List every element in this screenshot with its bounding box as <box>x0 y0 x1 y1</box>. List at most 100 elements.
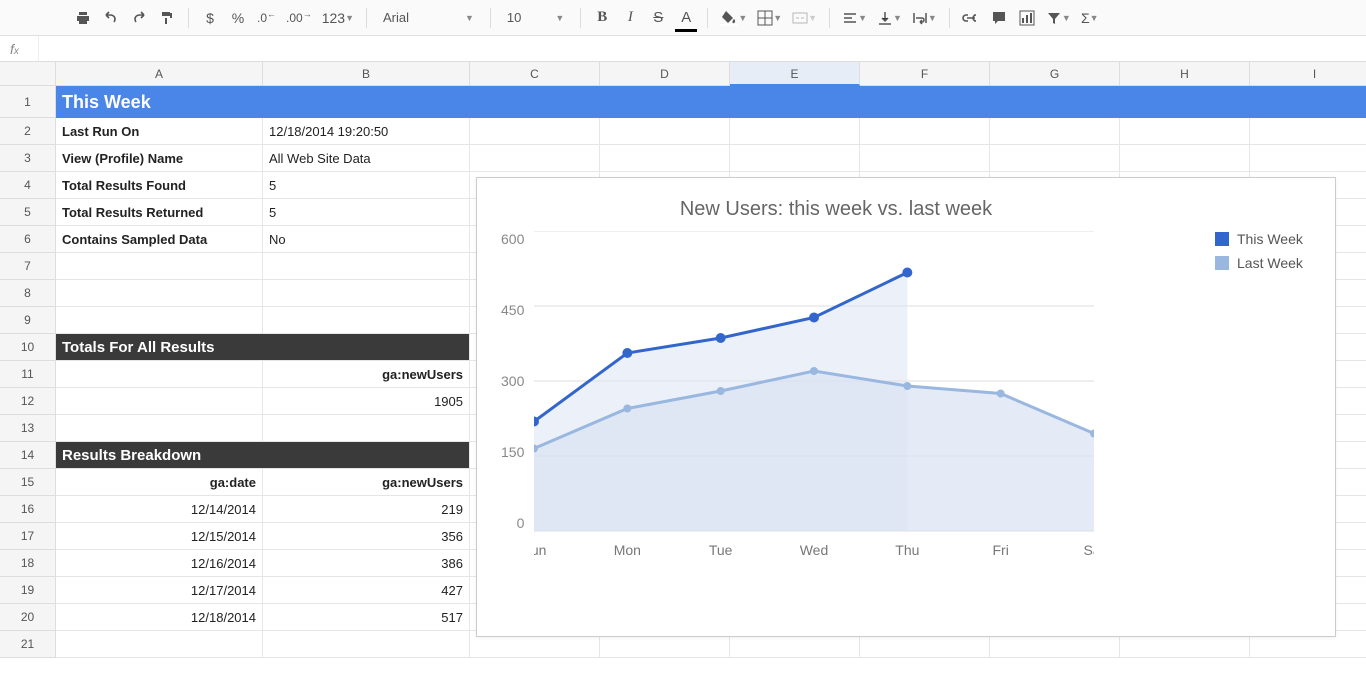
column-header[interactable]: D <box>600 62 730 86</box>
column-header[interactable]: E <box>730 62 860 86</box>
cell[interactable] <box>56 361 263 388</box>
row-header[interactable]: 20 <box>0 604 56 631</box>
row-header[interactable]: 1 <box>0 86 56 118</box>
horizontal-align-button[interactable]: ▼ <box>838 5 871 31</box>
formula-input[interactable] <box>38 36 1366 61</box>
cell[interactable] <box>56 280 263 307</box>
bold-button[interactable]: B <box>589 5 615 31</box>
more-formats-button[interactable]: 123 ▼ <box>318 5 358 31</box>
cell[interactable] <box>860 145 990 172</box>
cell[interactable] <box>56 253 263 280</box>
row-header[interactable]: 18 <box>0 550 56 577</box>
borders-button[interactable]: ▼ <box>753 5 786 31</box>
cell[interactable] <box>56 415 263 442</box>
row-header[interactable]: 11 <box>0 361 56 388</box>
insert-chart-icon[interactable] <box>1014 5 1040 31</box>
undo-icon[interactable] <box>98 5 124 31</box>
select-all-corner[interactable] <box>0 62 56 86</box>
breakdown-value[interactable]: 427 <box>263 577 470 604</box>
cell[interactable] <box>1120 145 1250 172</box>
breakdown-date[interactable]: 12/17/2014 <box>56 577 263 604</box>
cell[interactable] <box>600 118 730 145</box>
row-header[interactable]: 9 <box>0 307 56 334</box>
text-wrap-button[interactable]: ▼ <box>908 5 941 31</box>
meta-label[interactable]: Total Results Found <box>56 172 263 199</box>
meta-value[interactable]: 12/18/2014 19:20:50 <box>263 118 470 145</box>
row-header[interactable]: 7 <box>0 253 56 280</box>
row-header[interactable]: 19 <box>0 577 56 604</box>
cell[interactable] <box>470 145 600 172</box>
cell[interactable] <box>56 631 263 658</box>
column-header[interactable]: I <box>1250 62 1366 86</box>
column-header[interactable]: H <box>1120 62 1250 86</box>
meta-value[interactable]: 5 <box>263 172 470 199</box>
breakdown-value[interactable]: 219 <box>263 496 470 523</box>
cell[interactable] <box>56 307 263 334</box>
cell[interactable] <box>730 118 860 145</box>
cell[interactable] <box>263 253 470 280</box>
meta-label[interactable]: Contains Sampled Data <box>56 226 263 253</box>
cell[interactable] <box>990 118 1120 145</box>
row-header[interactable]: 3 <box>0 145 56 172</box>
cell[interactable] <box>263 280 470 307</box>
column-header[interactable]: F <box>860 62 990 86</box>
row-header[interactable]: 15 <box>0 469 56 496</box>
cell[interactable] <box>263 307 470 334</box>
strikethrough-button[interactable]: S <box>645 5 671 31</box>
cell[interactable] <box>263 631 470 658</box>
cell[interactable] <box>1120 118 1250 145</box>
cell[interactable] <box>56 388 263 415</box>
row-header[interactable]: 12 <box>0 388 56 415</box>
row-header[interactable]: 2 <box>0 118 56 145</box>
row-header[interactable]: 16 <box>0 496 56 523</box>
row-header[interactable]: 21 <box>0 631 56 658</box>
row-header[interactable]: 5 <box>0 199 56 226</box>
totals-value[interactable]: 1905 <box>263 388 470 415</box>
embedded-chart[interactable]: New Users: this week vs. last week 60045… <box>476 177 1336 637</box>
breakdown-value[interactable]: 356 <box>263 523 470 550</box>
insert-link-icon[interactable] <box>958 5 984 31</box>
meta-label[interactable]: Last Run On <box>56 118 263 145</box>
breakdown-date[interactable]: 12/16/2014 <box>56 550 263 577</box>
breakdown-col-date[interactable]: ga:date <box>56 469 263 496</box>
breakdown-value[interactable]: 517 <box>263 604 470 631</box>
row-header[interactable]: 13 <box>0 415 56 442</box>
cell[interactable] <box>860 118 990 145</box>
breakdown-date[interactable]: 12/15/2014 <box>56 523 263 550</box>
meta-label[interactable]: View (Profile) Name <box>56 145 263 172</box>
font-size-dropdown[interactable]: 10▼ <box>499 5 572 31</box>
cell[interactable] <box>263 415 470 442</box>
cell[interactable] <box>600 145 730 172</box>
functions-icon[interactable]: Σ ▼ <box>1077 5 1103 31</box>
font-family-dropdown[interactable]: Arial▼ <box>375 5 482 31</box>
format-percent-icon[interactable]: % <box>225 5 251 31</box>
redo-icon[interactable] <box>126 5 152 31</box>
cell[interactable] <box>1250 118 1366 145</box>
meta-value[interactable]: No <box>263 226 470 253</box>
vertical-align-button[interactable]: ▼ <box>873 5 906 31</box>
merge-cells-button[interactable]: ▼ <box>788 5 821 31</box>
totals-metric-header[interactable]: ga:newUsers <box>263 361 470 388</box>
row-header[interactable]: 6 <box>0 226 56 253</box>
insert-comment-icon[interactable] <box>986 5 1012 31</box>
column-header[interactable]: B <box>263 62 470 86</box>
italic-button[interactable]: I <box>617 5 643 31</box>
cell[interactable] <box>990 145 1120 172</box>
meta-label[interactable]: Total Results Returned <box>56 199 263 226</box>
meta-value[interactable]: 5 <box>263 199 470 226</box>
fill-color-button[interactable]: ▼ <box>716 5 751 31</box>
print-icon[interactable] <box>70 5 96 31</box>
increase-decimal-icon[interactable]: .00→ <box>282 5 316 31</box>
row-header[interactable]: 4 <box>0 172 56 199</box>
decrease-decimal-icon[interactable]: .0← <box>253 5 280 31</box>
breakdown-date[interactable]: 12/14/2014 <box>56 496 263 523</box>
row-header[interactable]: 10 <box>0 334 56 361</box>
paint-format-icon[interactable] <box>154 5 180 31</box>
row-header[interactable]: 8 <box>0 280 56 307</box>
breakdown-value[interactable]: 386 <box>263 550 470 577</box>
filter-icon[interactable]: ▼ <box>1042 5 1075 31</box>
meta-value[interactable]: All Web Site Data <box>263 145 470 172</box>
cell[interactable] <box>1250 145 1366 172</box>
row-header[interactable]: 14 <box>0 442 56 469</box>
row-header[interactable]: 17 <box>0 523 56 550</box>
